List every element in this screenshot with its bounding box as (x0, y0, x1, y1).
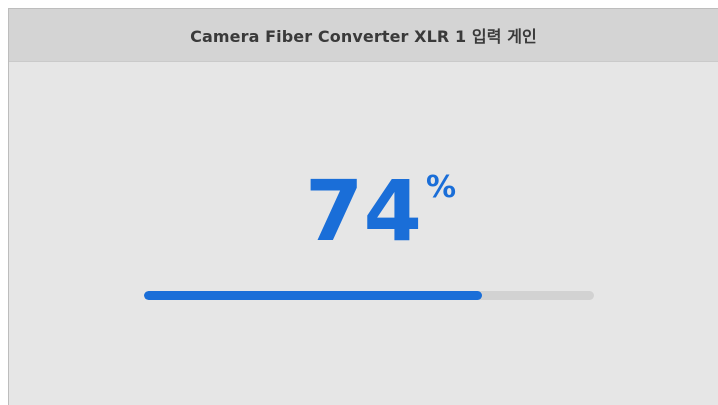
gain-dialog: Camera Fiber Converter XLR 1 입력 게인 74 % (8, 8, 718, 405)
dialog-title: Camera Fiber Converter XLR 1 입력 게인 (190, 27, 537, 46)
gain-readout: 74 % (9, 169, 718, 253)
gain-slider-fill (144, 291, 482, 300)
gain-unit: % (425, 170, 457, 205)
gain-value-number: 74 (305, 162, 422, 260)
gain-value: 74 % (305, 169, 456, 253)
dialog-header: Camera Fiber Converter XLR 1 입력 게인 (9, 9, 718, 62)
gain-slider-track[interactable] (144, 291, 594, 300)
